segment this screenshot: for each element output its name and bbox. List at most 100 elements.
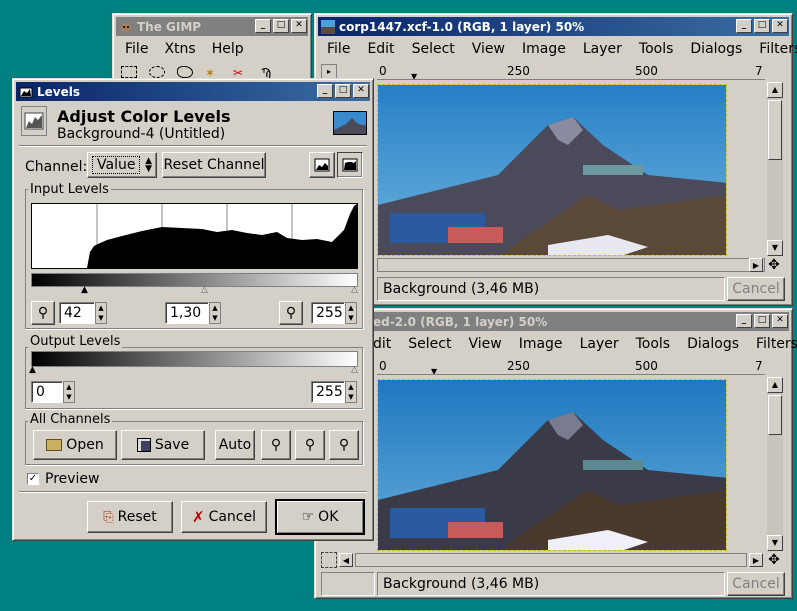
linear-histogram-icon[interactable] — [309, 152, 335, 178]
reset-channel-button[interactable]: Reset Channel — [162, 152, 266, 178]
ok-button[interactable]: ☞ OK — [275, 499, 365, 535]
image-canvas-2[interactable] — [377, 379, 727, 551]
input-low-slider-handle[interactable]: ▲ — [81, 285, 88, 295]
scroll-left-icon[interactable]: ◀ — [339, 553, 353, 567]
menu-dialogs[interactable]: Dialogs — [682, 38, 751, 60]
channel-select[interactable]: Value ▲ ▼ — [87, 152, 157, 178]
cancel-button[interactable]: Cancel — [727, 277, 785, 301]
input-high-slider-handle[interactable]: △ — [351, 285, 358, 295]
white-point-picker-icon[interactable]: ⚲ — [279, 301, 303, 325]
menu-dialogs[interactable]: Dialogs — [679, 333, 748, 355]
scroll-up-icon[interactable]: ▲ — [767, 82, 783, 98]
maximize-icon[interactable]: □ — [754, 19, 770, 33]
toolbox-titlebar[interactable]: The GIMP _ □ ✕ — [116, 17, 308, 36]
minimize-icon[interactable]: _ — [736, 314, 752, 328]
input-gamma-field[interactable]: 1,30 — [165, 302, 209, 324]
toolbox-menu-file[interactable]: File — [117, 38, 156, 60]
histogram-icon — [21, 106, 47, 136]
preview-checkbox[interactable]: ✓ — [27, 473, 39, 485]
input-low-spinner[interactable]: ▲ ▼ — [95, 302, 107, 324]
menu-tools[interactable]: Tools — [628, 333, 680, 355]
menu-select[interactable]: Select — [404, 38, 464, 60]
output-low-field[interactable]: 0 — [31, 381, 63, 403]
close-icon[interactable]: ✕ — [772, 19, 788, 33]
horizontal-scrollbar[interactable] — [377, 258, 765, 272]
input-gamma-slider-handle[interactable]: △ — [201, 285, 208, 295]
cancel-button[interactable]: ✗ Cancel — [181, 501, 267, 533]
navigate-icon[interactable]: ✥ — [766, 257, 782, 273]
output-high-slider-handle[interactable]: △ — [351, 365, 358, 375]
rect-select-icon[interactable] — [121, 66, 137, 78]
cancel-button[interactable]: Cancel — [727, 572, 785, 596]
scroll-thumb[interactable] — [768, 395, 782, 435]
menu-file[interactable]: File — [319, 38, 359, 60]
output-high-spinner[interactable]: ▲ ▼ — [345, 381, 357, 403]
black-point-picker-icon[interactable]: ⚲ — [31, 301, 55, 325]
open-button[interactable]: Open — [33, 430, 117, 460]
auto-button[interactable]: Auto — [215, 430, 255, 460]
minimize-icon[interactable]: _ — [255, 19, 271, 33]
menu-edit[interactable]: Edit — [359, 38, 403, 60]
levels-titlebar[interactable]: Levels _ □ ✕ — [16, 82, 370, 101]
scroll-up-icon[interactable]: ▲ — [767, 377, 783, 393]
levels-title: Levels — [37, 84, 81, 99]
log-histogram-icon[interactable] — [337, 152, 363, 178]
close-icon[interactable]: ✕ — [291, 19, 307, 33]
ellipse-select-icon[interactable] — [149, 66, 165, 78]
scroll-right-icon[interactable]: ▶ — [749, 553, 763, 567]
pick-black-icon[interactable]: ⚲ — [261, 430, 291, 460]
toolbox-menu-help[interactable]: Help — [204, 38, 252, 60]
wand-icon[interactable]: ✶ — [205, 66, 221, 80]
vertical-scrollbar[interactable]: ▲ ▼ — [767, 82, 783, 256]
navigate-icon[interactable]: ✥ — [766, 552, 782, 568]
image-canvas-1[interactable] — [377, 84, 727, 256]
output-low-spinner[interactable]: ▲ ▼ — [63, 381, 75, 403]
reset-button[interactable]: ⎘ Reset — [87, 501, 173, 533]
menu-layer[interactable]: Layer — [572, 333, 628, 355]
channel-value: Value — [92, 156, 141, 174]
output-low-slider-handle[interactable]: ▲ — [29, 365, 36, 375]
lasso-icon[interactable] — [177, 66, 193, 78]
menu-filters[interactable]: Filters — [748, 333, 797, 355]
maximize-icon[interactable]: □ — [335, 84, 351, 98]
image-window-1-titlebar[interactable]: corp1447.xcf-1.0 (RGB, 1 layer) 50% _ □ … — [318, 17, 789, 36]
toolbox-title: The GIMP — [137, 19, 202, 34]
minimize-icon[interactable]: _ — [736, 19, 752, 33]
menu-edit[interactable]: dit — [371, 333, 400, 355]
horizontal-scrollbar[interactable] — [355, 553, 747, 567]
minimize-icon[interactable]: _ — [317, 84, 333, 98]
scroll-thumb[interactable] — [768, 100, 782, 160]
menu-tools[interactable]: Tools — [631, 38, 683, 60]
menu-filters[interactable]: Filters — [751, 38, 797, 60]
close-icon[interactable]: ✕ — [353, 84, 369, 98]
scroll-down-icon[interactable]: ▼ — [767, 240, 783, 256]
paths-icon[interactable]: Ϡ — [261, 66, 277, 80]
image-window-2-titlebar[interactable]: ed-2.0 (RGB, 1 layer) 50% _ □ ✕ — [318, 312, 789, 331]
pick-gray-icon[interactable]: ⚲ — [295, 430, 325, 460]
menu-view[interactable]: View — [464, 38, 514, 60]
maximize-icon[interactable]: □ — [754, 314, 770, 328]
menu-view[interactable]: View — [460, 333, 510, 355]
preview-label[interactable]: Preview — [45, 471, 100, 487]
output-high-field[interactable]: 255 — [311, 381, 345, 403]
scroll-right-icon[interactable]: ▶ — [749, 258, 763, 272]
toolbox-menu-xtns[interactable]: Xtns — [156, 38, 203, 60]
input-high-spinner[interactable]: ▲ ▼ — [345, 302, 357, 324]
menu-image[interactable]: Image — [511, 333, 572, 355]
scroll-down-icon[interactable]: ▼ — [767, 535, 783, 551]
close-icon[interactable]: ✕ — [772, 314, 788, 328]
scissors-icon[interactable]: ✂ — [233, 66, 249, 80]
menu-layer[interactable]: Layer — [575, 38, 631, 60]
vertical-scrollbar[interactable]: ▲ ▼ — [767, 377, 783, 551]
save-label: Save — [154, 437, 190, 453]
save-button[interactable]: Save — [121, 430, 205, 460]
pick-white-icon[interactable]: ⚲ — [329, 430, 359, 460]
input-gamma-spinner[interactable]: ▲ ▼ — [209, 302, 221, 324]
menu-image[interactable]: Image — [514, 38, 575, 60]
maximize-icon[interactable]: □ — [273, 19, 289, 33]
input-low-field[interactable]: 42 — [59, 302, 95, 324]
channel-label: Channel: — [25, 159, 88, 175]
menu-select[interactable]: Select — [400, 333, 460, 355]
quickmask-icon[interactable] — [321, 552, 337, 568]
input-high-field[interactable]: 255 — [311, 302, 345, 324]
